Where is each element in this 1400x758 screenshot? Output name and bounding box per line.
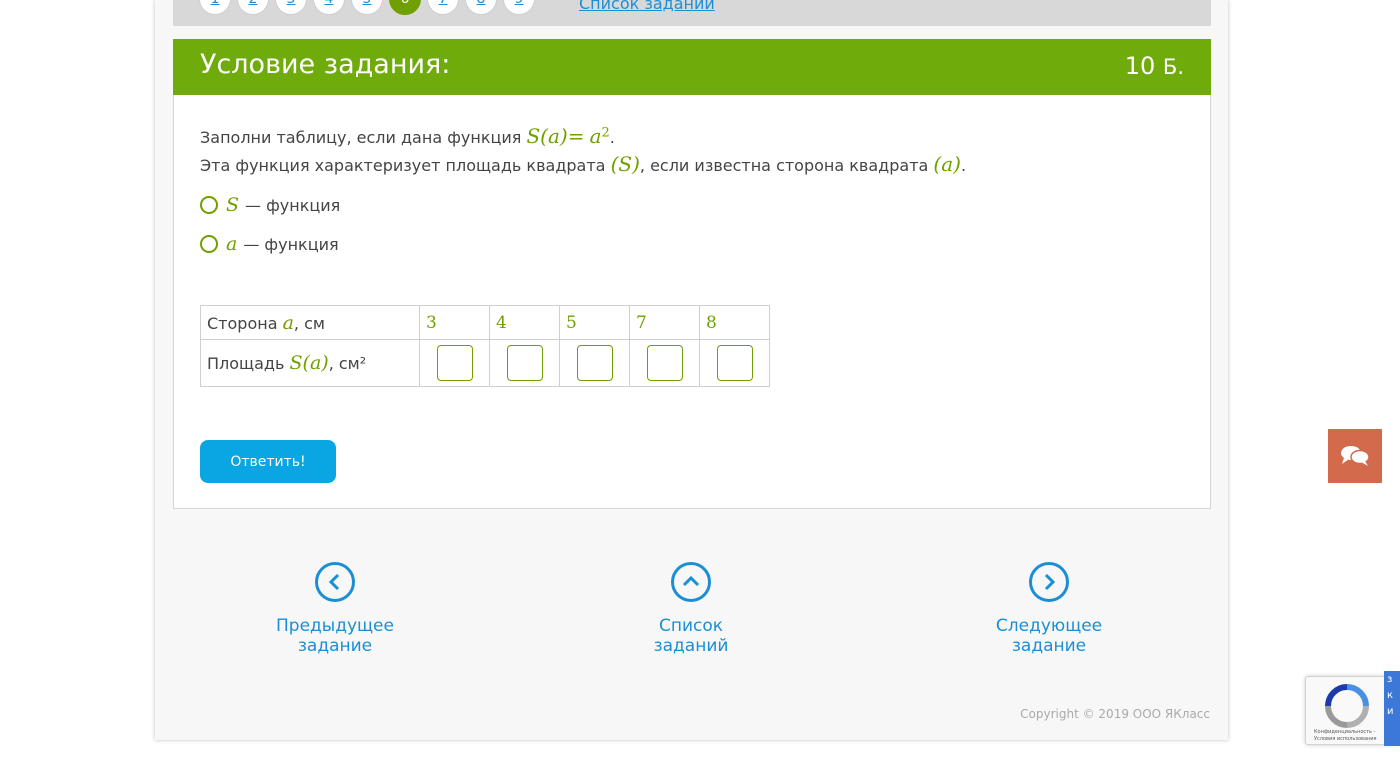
- task-card: Условие задания: 10 Б. Заполни таблицу, …: [173, 39, 1211, 509]
- radio-s[interactable]: [200, 196, 218, 214]
- page-link-1[interactable]: 1: [199, 0, 231, 15]
- task-list-link-top[interactable]: Список заданий: [579, 0, 715, 13]
- side-value-4: 7: [629, 305, 700, 340]
- page-link-5[interactable]: 5: [351, 0, 383, 15]
- area-label: Площадь S(a), см²: [200, 339, 420, 387]
- area-label-suffix: , см²: [328, 354, 367, 373]
- area-label-prefix: Площадь: [207, 354, 285, 373]
- side-label-prefix: Сторона: [207, 313, 278, 333]
- area-cell-5: [699, 339, 770, 387]
- side-value-text: 7: [636, 312, 647, 333]
- area-cell-2: [489, 339, 560, 387]
- side-value-2: 4: [489, 305, 560, 340]
- page-container: 1 2 3 4 5 6 7 8 9 Список заданий Условие…: [155, 0, 1228, 740]
- task-points: 10 Б.: [1125, 52, 1184, 80]
- side-value-text: 5: [566, 312, 577, 333]
- side-tab-letter: з: [1387, 674, 1393, 685]
- area-cell-4: [629, 339, 700, 387]
- recaptcha-terms-link[interactable]: Условия использования: [1314, 736, 1377, 742]
- side-value-text: 4: [496, 312, 507, 333]
- side-value-3: 5: [559, 305, 630, 340]
- side-label: Сторона a, см: [200, 305, 420, 340]
- table-row-area: Площадь S(a), см²: [200, 339, 770, 387]
- task-statement-line-2: Эта функция характеризует площадь квадра…: [200, 152, 966, 176]
- side-value-text: 8: [706, 312, 717, 333]
- area-input-4[interactable]: [646, 345, 683, 381]
- formula-base: a: [589, 124, 602, 148]
- side-tab-letter: к: [1387, 690, 1394, 701]
- area-cell-1: [419, 339, 490, 387]
- var-area: (S): [610, 152, 640, 176]
- statement-part-3: .: [960, 156, 967, 175]
- side-tab[interactable]: з к и: [1384, 671, 1400, 746]
- side-value-1: 3: [419, 305, 490, 340]
- recaptcha-privacy-link[interactable]: Конфиденциальность -: [1314, 729, 1375, 735]
- next-task-label[interactable]: Следующее задание: [960, 616, 1138, 656]
- copyright: Copyright © 2019 ООО ЯКласс: [1020, 707, 1210, 721]
- page-link-7[interactable]: 7: [427, 0, 459, 15]
- submit-answer-button[interactable]: Ответить!: [200, 440, 336, 483]
- chevron-up-icon[interactable]: [671, 562, 711, 602]
- formula-lhs: S(a)=: [526, 124, 585, 148]
- page-link-9[interactable]: 9: [503, 0, 535, 15]
- area-input-2[interactable]: [506, 345, 543, 381]
- side-tab-letter: и: [1387, 706, 1394, 717]
- formula-exponent: 2: [601, 125, 610, 141]
- task-pagination: 1 2 3 4 5 6 7 8 9 Список заданий: [173, 0, 1211, 26]
- side-value-5: 8: [699, 305, 770, 340]
- chevron-right-icon[interactable]: [1029, 562, 1069, 602]
- page-link-4[interactable]: 4: [313, 0, 345, 15]
- area-cell-3: [559, 339, 630, 387]
- var-side: (a): [933, 152, 961, 176]
- side-value-text: 3: [426, 312, 437, 333]
- values-table: Сторона a, см 3 4 5 7 8 Площадь S(a), см…: [200, 305, 770, 387]
- points-number: 10: [1124, 52, 1156, 80]
- side-label-suffix: , см: [293, 313, 325, 333]
- option-s-text: — функция: [245, 195, 341, 215]
- option-s-function[interactable]: S — функция: [200, 194, 340, 216]
- side-label-var: a: [282, 311, 294, 334]
- area-label-var: S(a): [289, 352, 329, 374]
- chat-bubbles-icon: [1341, 446, 1370, 466]
- task-list-label[interactable]: Список заданий: [621, 616, 761, 656]
- area-input-5[interactable]: [716, 345, 753, 381]
- statement-prefix: Заполни таблицу, если дана функция: [200, 128, 522, 147]
- statement-suffix: .: [609, 128, 615, 147]
- task-list-link-bottom[interactable]: Список заданий: [621, 562, 761, 656]
- option-a-function[interactable]: a — функция: [200, 233, 339, 255]
- chevron-left-icon[interactable]: [315, 562, 355, 602]
- prev-task-label[interactable]: Предыдущее задание: [242, 616, 428, 656]
- task-title: Условие задания:: [200, 49, 451, 80]
- page-link-3[interactable]: 3: [275, 0, 307, 15]
- table-row-side: Сторона a, см 3 4 5 7 8: [200, 305, 770, 340]
- area-input-3[interactable]: [576, 345, 613, 381]
- page-link-6-current: 6: [389, 0, 421, 15]
- task-header: Условие задания: 10 Б.: [173, 39, 1211, 95]
- chat-widget-button[interactable]: [1328, 429, 1382, 483]
- statement-part-2: , если известна сторона квадрата: [639, 156, 929, 175]
- option-a-text: — функция: [243, 234, 339, 254]
- page-link-2[interactable]: 2: [237, 0, 269, 15]
- radio-a[interactable]: [200, 235, 218, 253]
- statement-part-1: Эта функция характеризует площадь квадра…: [200, 156, 606, 175]
- prev-task-link[interactable]: Предыдущее задание: [242, 562, 428, 656]
- option-a-var: a: [226, 233, 238, 255]
- page-link-8[interactable]: 8: [465, 0, 497, 15]
- points-unit: Б.: [1162, 55, 1184, 79]
- next-task-link[interactable]: Следующее задание: [960, 562, 1138, 656]
- area-input-1[interactable]: [436, 345, 473, 381]
- task-statement-line-1: Заполни таблицу, если дана функция S(a)=…: [200, 124, 615, 148]
- option-s-var: S: [226, 194, 240, 216]
- recaptcha-legal[interactable]: Конфиденциальность - Условия использован…: [1314, 729, 1377, 743]
- recaptcha-logo-icon: [1325, 684, 1369, 728]
